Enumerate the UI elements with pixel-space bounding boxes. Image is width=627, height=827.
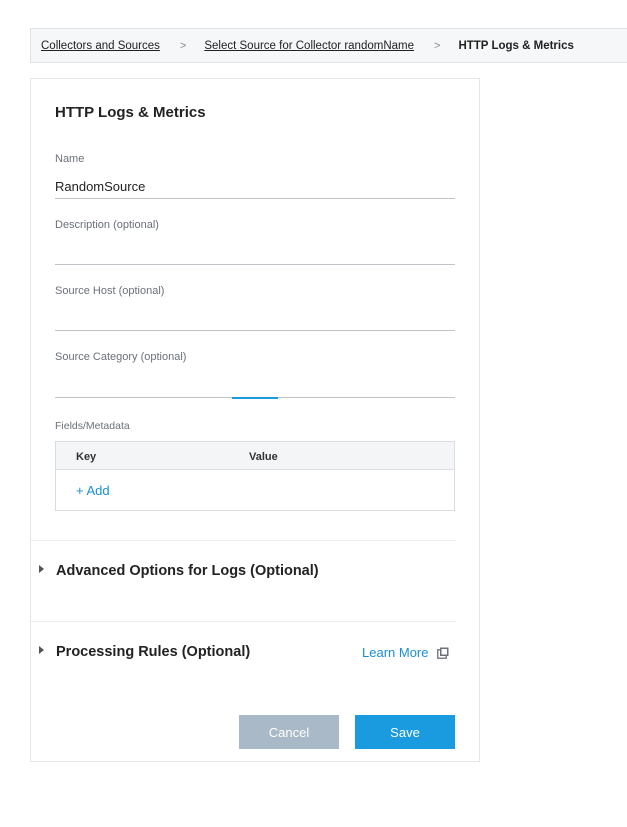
description-input[interactable] — [55, 241, 455, 265]
source-form-panel: HTTP Logs & Metrics Name Description (op… — [30, 78, 480, 762]
learn-more-link[interactable]: Learn More — [362, 645, 449, 660]
fields-metadata-table: Key Value + Add — [55, 441, 455, 511]
page-title: HTTP Logs & Metrics — [55, 104, 206, 121]
breadcrumb-current: HTTP Logs & Metrics — [458, 39, 574, 52]
description-label: Description (optional) — [55, 219, 159, 231]
source-host-field-group: Source Host (optional) — [55, 285, 455, 331]
source-category-input[interactable] — [55, 374, 455, 398]
input-focus-indicator — [232, 397, 278, 399]
processing-rules-label: Processing Rules (Optional) — [56, 644, 251, 660]
source-category-label: Source Category (optional) — [55, 351, 187, 363]
name-label: Name — [55, 153, 85, 165]
cancel-button[interactable]: Cancel — [239, 715, 339, 749]
source-category-wrapper — [55, 374, 455, 399]
advanced-options-logs-label: Advanced Options for Logs (Optional) — [56, 563, 319, 579]
fields-metadata-label: Fields/Metadata — [55, 420, 130, 432]
caret-right-icon — [39, 565, 44, 573]
breadcrumb-select-source-link[interactable]: Select Source for Collector randomName — [204, 40, 414, 52]
source-category-field-group: Source Category (optional) — [55, 351, 455, 399]
learn-more-label: Learn More — [362, 645, 429, 660]
fields-table-header: Key Value — [56, 442, 454, 470]
name-input[interactable] — [55, 175, 455, 199]
breadcrumb-separator: > — [434, 39, 441, 52]
breadcrumb-collectors-link[interactable]: Collectors and Sources — [41, 40, 160, 52]
caret-right-icon — [39, 646, 44, 654]
save-button[interactable]: Save — [355, 715, 455, 749]
external-link-icon — [437, 647, 449, 659]
value-column-header: Value — [249, 451, 278, 463]
advanced-options-logs-toggle[interactable]: Advanced Options for Logs (Optional) — [39, 563, 319, 579]
processing-rules-toggle[interactable]: Processing Rules (Optional) — [39, 644, 250, 660]
section-divider — [31, 621, 456, 622]
breadcrumb-separator: > — [179, 39, 187, 52]
description-field-group: Description (optional) — [55, 219, 455, 265]
source-host-input[interactable] — [55, 307, 455, 331]
name-field-group: Name — [55, 153, 455, 199]
source-host-label: Source Host (optional) — [55, 285, 165, 297]
breadcrumb: Collectors and Sources > Select Source f… — [30, 28, 627, 63]
add-field-button[interactable]: + Add — [76, 483, 110, 498]
key-column-header: Key — [76, 451, 97, 463]
section-divider — [31, 540, 456, 541]
